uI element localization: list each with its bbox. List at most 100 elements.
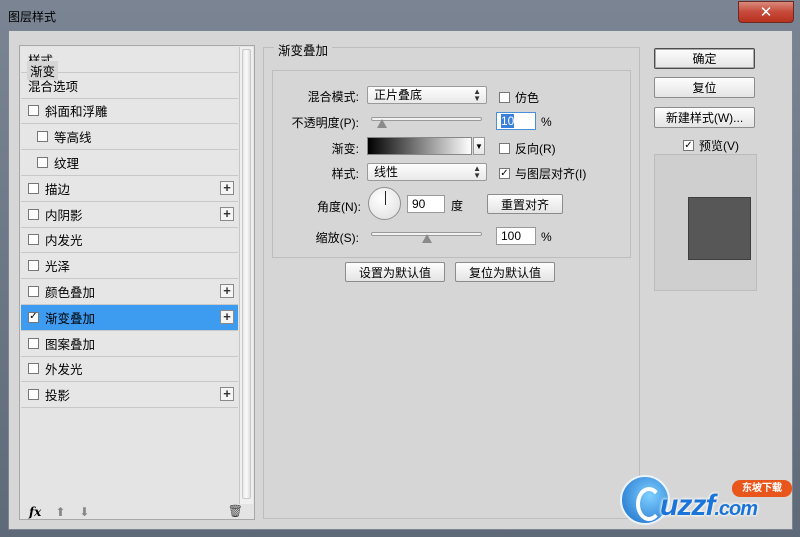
preview-swatch — [688, 197, 751, 260]
window-title: 图层样式 — [8, 10, 57, 24]
gradient-preview[interactable] — [367, 137, 472, 155]
reset-button[interactable]: 复位 — [654, 77, 755, 98]
add-effect-icon[interactable]: + — [220, 387, 234, 402]
style-list-item-label: 颜色叠加 — [45, 286, 96, 301]
style-list-item-label: 渐变叠加 — [45, 311, 96, 326]
opacity-unit: % — [541, 115, 552, 129]
scale-unit: % — [541, 230, 552, 244]
style-checkbox[interactable] — [28, 286, 39, 298]
style-list-item-label: 描边 — [45, 182, 71, 197]
style-list-item-label: 等高线 — [54, 131, 92, 146]
gradient-style-select[interactable]: 线性 ▲ ▼ — [367, 163, 487, 181]
gradient-style-value: 线性 — [374, 165, 399, 179]
dither-checkbox-box[interactable] — [499, 92, 510, 103]
style-checkbox[interactable] — [28, 337, 39, 349]
style-list-item-label: 外发光 — [45, 363, 83, 378]
style-label: 样式: — [331, 167, 359, 181]
angle-unit: 度 — [451, 199, 464, 213]
scale-slider-thumb[interactable] — [421, 234, 432, 243]
scrollbar[interactable] — [239, 47, 253, 504]
select-arrows-icon: ▲ ▼ — [473, 87, 481, 103]
make-default-button[interactable]: 设置为默认值 — [345, 262, 445, 282]
style-list-item-label: 斜面和浮雕 — [45, 105, 108, 120]
style-list-item[interactable]: 内阴影 + — [21, 201, 238, 228]
watermark-brand-text: uzzf — [660, 489, 715, 522]
style-list-item[interactable]: ✓ 渐变叠加 + — [21, 304, 238, 331]
style-checkbox[interactable] — [28, 234, 39, 246]
style-list-item[interactable]: 等高线 — [21, 124, 238, 151]
style-checkbox[interactable] — [28, 105, 39, 117]
reverse-checkbox[interactable]: 反向(R) — [499, 140, 556, 157]
style-checkbox[interactable] — [28, 389, 39, 401]
opacity-value: 10 — [501, 114, 515, 128]
move-up-icon[interactable]: ⬆ — [55, 505, 65, 519]
style-list-item[interactable]: 内发光 — [21, 227, 238, 254]
style-checkbox[interactable] — [37, 157, 48, 169]
add-effect-icon[interactable]: + — [220, 284, 234, 299]
reset-alignment-button[interactable]: 重置对齐 — [487, 194, 563, 214]
style-checkbox[interactable] — [28, 182, 39, 194]
new-style-button[interactable]: 新建样式(W)... — [654, 107, 755, 128]
style-list-item-label: 投影 — [45, 389, 71, 404]
angle-needle — [385, 191, 386, 205]
opacity-slider[interactable] — [371, 117, 482, 121]
scale-input[interactable]: 100 — [496, 227, 536, 245]
style-checkbox[interactable] — [37, 131, 48, 143]
style-list-item[interactable]: 斜面和浮雕 — [21, 98, 238, 125]
style-list-item-label: 内阴影 — [45, 208, 83, 223]
chevron-down-icon: ▼ — [475, 141, 483, 151]
close-button[interactable]: ✕ — [738, 1, 794, 23]
style-list-item-label: 纹理 — [54, 157, 80, 172]
add-effect-icon[interactable]: + — [220, 180, 234, 195]
reset-to-default-label: 复位为默认值 — [468, 265, 541, 280]
angle-value: 90 — [412, 197, 426, 211]
preview-checkbox-box[interactable]: ✓ — [683, 140, 694, 151]
add-effect-icon[interactable]: + — [220, 309, 234, 324]
style-list-item[interactable]: 投影 + — [21, 382, 238, 409]
style-list-item-label: 图案叠加 — [45, 337, 96, 352]
ok-button[interactable]: 确定 — [654, 48, 755, 69]
style-preview — [654, 154, 757, 291]
style-list-item[interactable]: 图案叠加 — [21, 330, 238, 357]
reset-to-default-button[interactable]: 复位为默认值 — [455, 262, 555, 282]
reset-alignment-label: 重置对齐 — [500, 197, 549, 212]
style-checkbox[interactable] — [28, 208, 39, 220]
style-checkbox[interactable] — [28, 363, 39, 375]
style-list-item[interactable]: 光泽 — [21, 253, 238, 280]
style-checkbox[interactable]: ✓ — [28, 311, 39, 323]
styles-list-panel: 样式混合选项斜面和浮雕等高线纹理描边+内阴影+内发光光泽颜色叠加+✓渐变叠加+图… — [19, 45, 255, 520]
gradient-label: 渐变: — [331, 142, 359, 156]
angle-input[interactable]: 90 — [407, 195, 445, 213]
opacity-slider-thumb[interactable] — [377, 119, 388, 128]
move-down-icon[interactable]: ⬇ — [79, 505, 89, 519]
blend-mode-select[interactable]: 正片叠底 ▲ ▼ — [367, 86, 487, 104]
preview-checkbox[interactable]: ✓ 预览(V) — [683, 137, 739, 154]
opacity-label: 不透明度(P): — [291, 116, 359, 130]
align-checkbox-box[interactable]: ✓ — [499, 168, 510, 179]
align-label: 与图层对齐(I) — [515, 167, 587, 181]
align-with-layer-checkbox[interactable]: ✓ 与图层对齐(I) — [499, 165, 586, 182]
close-icon: ✕ — [759, 4, 773, 21]
watermark-suffix: .com — [714, 498, 758, 520]
add-effect-icon[interactable]: + — [220, 206, 234, 221]
style-checkbox[interactable] — [28, 260, 39, 272]
trash-icon[interactable]: 🗑 — [228, 504, 243, 518]
title-bar[interactable]: 图层样式 ✕ — [0, 0, 800, 30]
style-list-item[interactable]: 颜色叠加 + — [21, 279, 238, 305]
styles-list-footer: fx ⬆ ⬇ 🗑 — [21, 504, 253, 519]
opacity-input[interactable]: 10 — [496, 112, 536, 130]
site-watermark: uzzf.com 东坡下载 — [620, 475, 795, 530]
reset-label: 复位 — [692, 81, 717, 95]
style-list-item[interactable]: 外发光 — [21, 356, 238, 383]
style-list-item[interactable]: 描边 + — [21, 175, 238, 202]
dither-checkbox[interactable]: 仿色 — [499, 89, 539, 106]
gradient-picker-dropdown[interactable]: ▼ — [473, 137, 485, 155]
angle-dial[interactable] — [368, 187, 401, 220]
select-arrows-icon: ▲ ▼ — [473, 164, 481, 180]
preview-label: 预览(V) — [699, 139, 739, 153]
angle-label: 角度(N): — [317, 200, 361, 214]
scrollbar-thumb[interactable] — [242, 49, 251, 499]
style-list-item[interactable]: 纹理 — [21, 150, 238, 176]
fx-menu-icon[interactable]: fx — [29, 505, 41, 519]
reverse-checkbox-box[interactable] — [499, 143, 510, 154]
